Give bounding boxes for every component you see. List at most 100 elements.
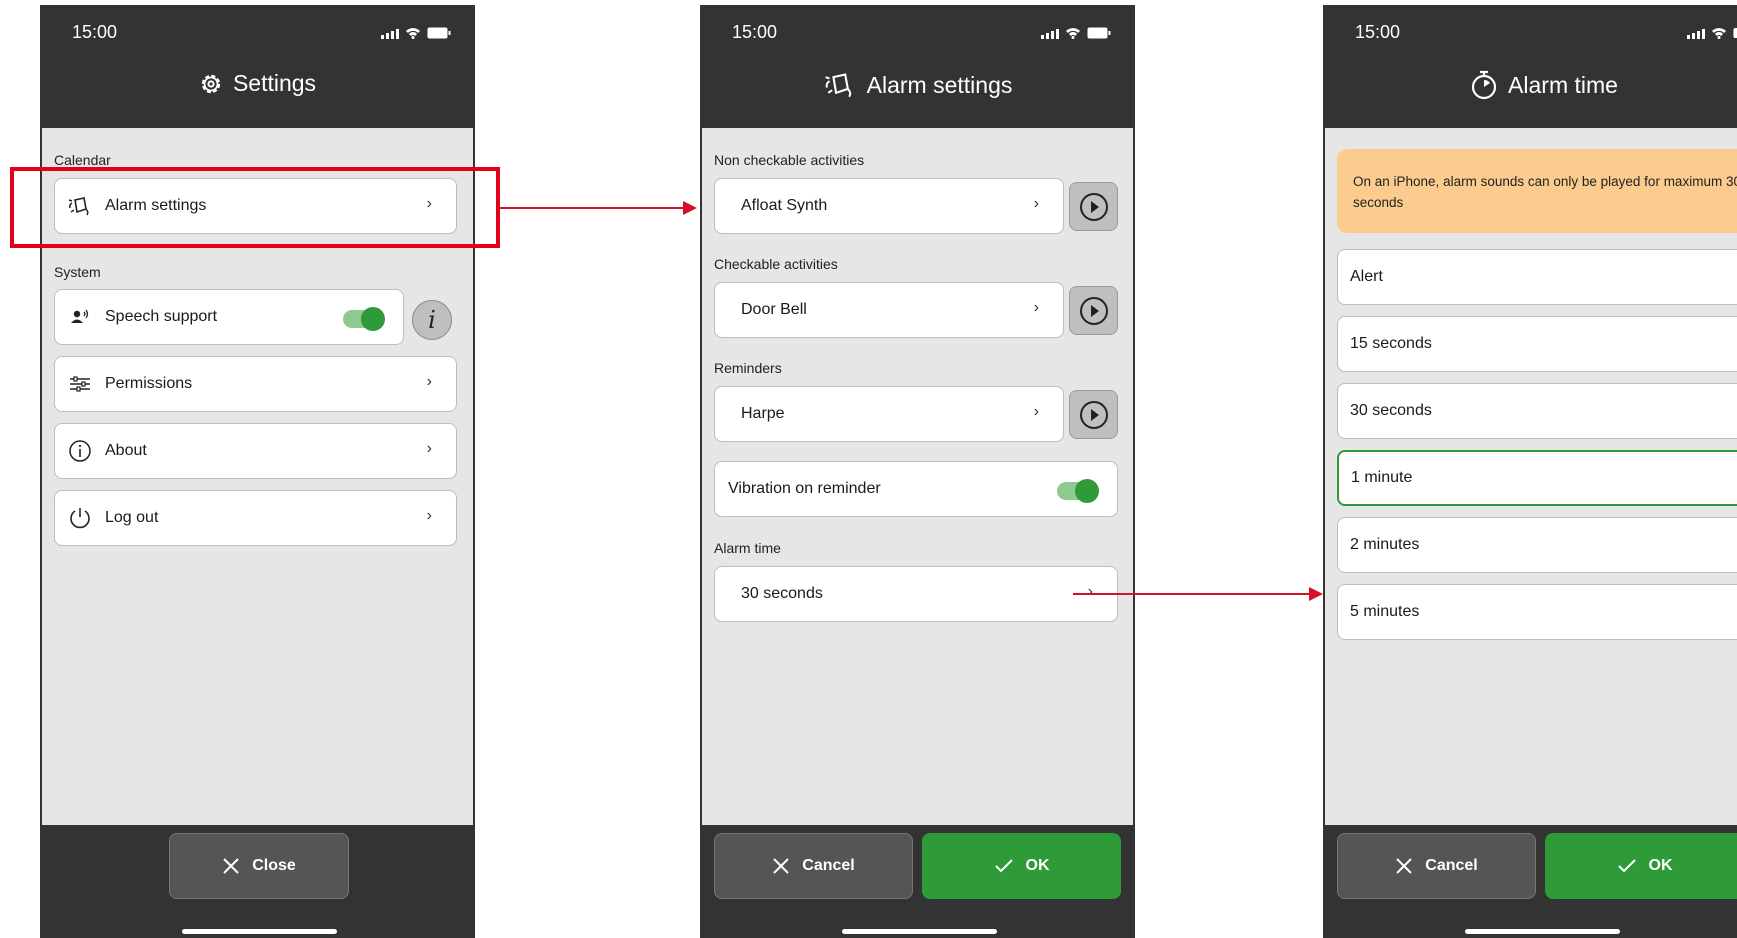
section-alarm-time: Alarm time bbox=[714, 540, 781, 556]
chevron-right-icon: › bbox=[1033, 195, 1039, 212]
status-icons bbox=[1687, 27, 1737, 39]
page-title: Settings bbox=[42, 70, 473, 97]
option-1-minute[interactable]: 1 minute bbox=[1337, 450, 1737, 506]
alarm-time-value: 30 seconds bbox=[741, 585, 823, 602]
check-icon bbox=[1617, 859, 1636, 873]
header: 15:00 Alarm time bbox=[1325, 5, 1737, 128]
chevron-right-icon: › bbox=[426, 373, 432, 390]
power-icon bbox=[67, 506, 93, 530]
footer: Cancel OK bbox=[702, 825, 1133, 938]
speech-support-label: Speech support bbox=[105, 308, 218, 325]
non-checkable-sound-row[interactable]: Afloat Synth › bbox=[714, 178, 1064, 234]
battery-icon bbox=[1733, 27, 1737, 39]
option-label: 2 minutes bbox=[1350, 536, 1420, 553]
status-time: 15:00 bbox=[732, 22, 778, 42]
highlight-box bbox=[10, 167, 500, 248]
page-title: Alarm settings bbox=[702, 70, 1133, 100]
page-title-text: Alarm settings bbox=[866, 71, 1013, 98]
signal-icon bbox=[381, 29, 399, 39]
arrow-head-2 bbox=[1309, 587, 1323, 601]
header: 15:00 Settings bbox=[42, 5, 473, 128]
wifi-icon bbox=[406, 28, 420, 39]
home-indicator bbox=[1465, 929, 1620, 934]
cancel-button[interactable]: Cancel bbox=[1337, 833, 1536, 899]
cancel-label: Cancel bbox=[802, 857, 855, 874]
ok-button[interactable]: OK bbox=[1545, 833, 1737, 899]
speech-support-toggle[interactable] bbox=[343, 307, 385, 331]
alarm-bell-icon bbox=[824, 73, 851, 98]
status-time: 15:00 bbox=[1355, 22, 1401, 42]
chevron-right-icon: › bbox=[426, 440, 432, 457]
alarm-time-screen: 15:00 Alarm time On an iPhone, alarm sou… bbox=[1323, 5, 1737, 938]
wifi-icon bbox=[1066, 28, 1080, 39]
play-non-checkable-button[interactable] bbox=[1069, 182, 1118, 231]
about-row[interactable]: About › bbox=[54, 423, 457, 479]
arrow-head-1 bbox=[683, 201, 697, 215]
gear-icon bbox=[201, 74, 221, 93]
checkable-sound-row[interactable]: Door Bell › bbox=[714, 282, 1064, 338]
reminders-sound-row[interactable]: Harpe › bbox=[714, 386, 1064, 442]
section-system: System bbox=[54, 264, 101, 280]
chevron-right-icon: › bbox=[1033, 403, 1039, 420]
arrow-line-2 bbox=[1073, 593, 1310, 595]
vibration-row[interactable]: Vibration on reminder bbox=[714, 461, 1118, 517]
battery-icon bbox=[427, 27, 451, 39]
section-reminders: Reminders bbox=[714, 360, 782, 376]
header: 15:00 Alarm settings bbox=[702, 5, 1133, 128]
ok-label: OK bbox=[1025, 857, 1050, 874]
page-title-text: Alarm time bbox=[1508, 71, 1618, 98]
iphone-notice: On an iPhone, alarm sounds can only be p… bbox=[1337, 149, 1737, 233]
option-2-minutes[interactable]: 2 minutes bbox=[1337, 517, 1737, 573]
info-icon: i bbox=[428, 306, 436, 334]
chevron-right-icon: › bbox=[426, 507, 432, 524]
home-indicator bbox=[182, 929, 337, 934]
permissions-label: Permissions bbox=[105, 375, 193, 392]
home-indicator bbox=[842, 929, 997, 934]
play-reminders-button[interactable] bbox=[1069, 390, 1118, 439]
wifi-icon bbox=[1712, 28, 1726, 39]
settings-screen: 15:00 Settings Calendar Alarm settings ›… bbox=[40, 5, 475, 938]
page-title: Alarm time bbox=[1325, 70, 1737, 100]
vibration-label: Vibration on reminder bbox=[728, 480, 881, 497]
option-30-seconds[interactable]: 30 seconds bbox=[1337, 383, 1737, 439]
sliders-icon bbox=[67, 376, 93, 392]
option-alert[interactable]: Alert bbox=[1337, 249, 1737, 305]
footer: Close bbox=[42, 825, 473, 938]
option-5-minutes[interactable]: 5 minutes bbox=[1337, 584, 1737, 640]
toggle-knob bbox=[361, 307, 385, 331]
status-icons bbox=[1041, 27, 1111, 39]
cancel-button[interactable]: Cancel bbox=[714, 833, 913, 899]
option-label: 5 minutes bbox=[1350, 603, 1420, 620]
speech-icon bbox=[67, 309, 93, 325]
section-non-checkable: Non checkable activities bbox=[714, 152, 865, 168]
close-icon bbox=[773, 858, 789, 874]
log-out-row[interactable]: Log out › bbox=[54, 490, 457, 546]
chevron-right-icon: › bbox=[1033, 299, 1039, 316]
status-time: 15:00 bbox=[72, 22, 118, 42]
ok-button[interactable]: OK bbox=[922, 833, 1121, 899]
option-15-seconds[interactable]: 15 seconds bbox=[1337, 316, 1737, 372]
signal-icon bbox=[1687, 29, 1705, 39]
permissions-row[interactable]: Permissions › bbox=[54, 356, 457, 412]
section-checkable: Checkable activities bbox=[714, 256, 838, 272]
play-icon bbox=[1079, 192, 1108, 221]
info-button[interactable]: i bbox=[412, 300, 452, 340]
option-label: 1 minute bbox=[1351, 469, 1413, 486]
option-label: 30 seconds bbox=[1350, 402, 1432, 419]
toggle-knob bbox=[1075, 479, 1099, 503]
alarm-settings-screen: 15:00 Alarm settings Non checkable activ… bbox=[700, 5, 1135, 938]
speech-support-row[interactable]: Speech support bbox=[54, 289, 404, 345]
vibration-toggle[interactable] bbox=[1057, 479, 1099, 503]
battery-icon bbox=[1087, 27, 1111, 39]
checkable-sound-value: Door Bell bbox=[741, 301, 807, 318]
option-label: Alert bbox=[1350, 268, 1383, 285]
status-icons bbox=[381, 27, 451, 39]
footer: Cancel OK bbox=[1325, 825, 1737, 938]
play-checkable-button[interactable] bbox=[1069, 286, 1118, 335]
ok-label: OK bbox=[1648, 857, 1673, 874]
non-checkable-sound-value: Afloat Synth bbox=[741, 197, 828, 214]
chevron-right-icon: › bbox=[1087, 583, 1093, 600]
close-button[interactable]: Close bbox=[169, 833, 349, 899]
check-icon bbox=[994, 859, 1013, 873]
alarm-time-row[interactable]: 30 seconds › bbox=[714, 566, 1118, 622]
